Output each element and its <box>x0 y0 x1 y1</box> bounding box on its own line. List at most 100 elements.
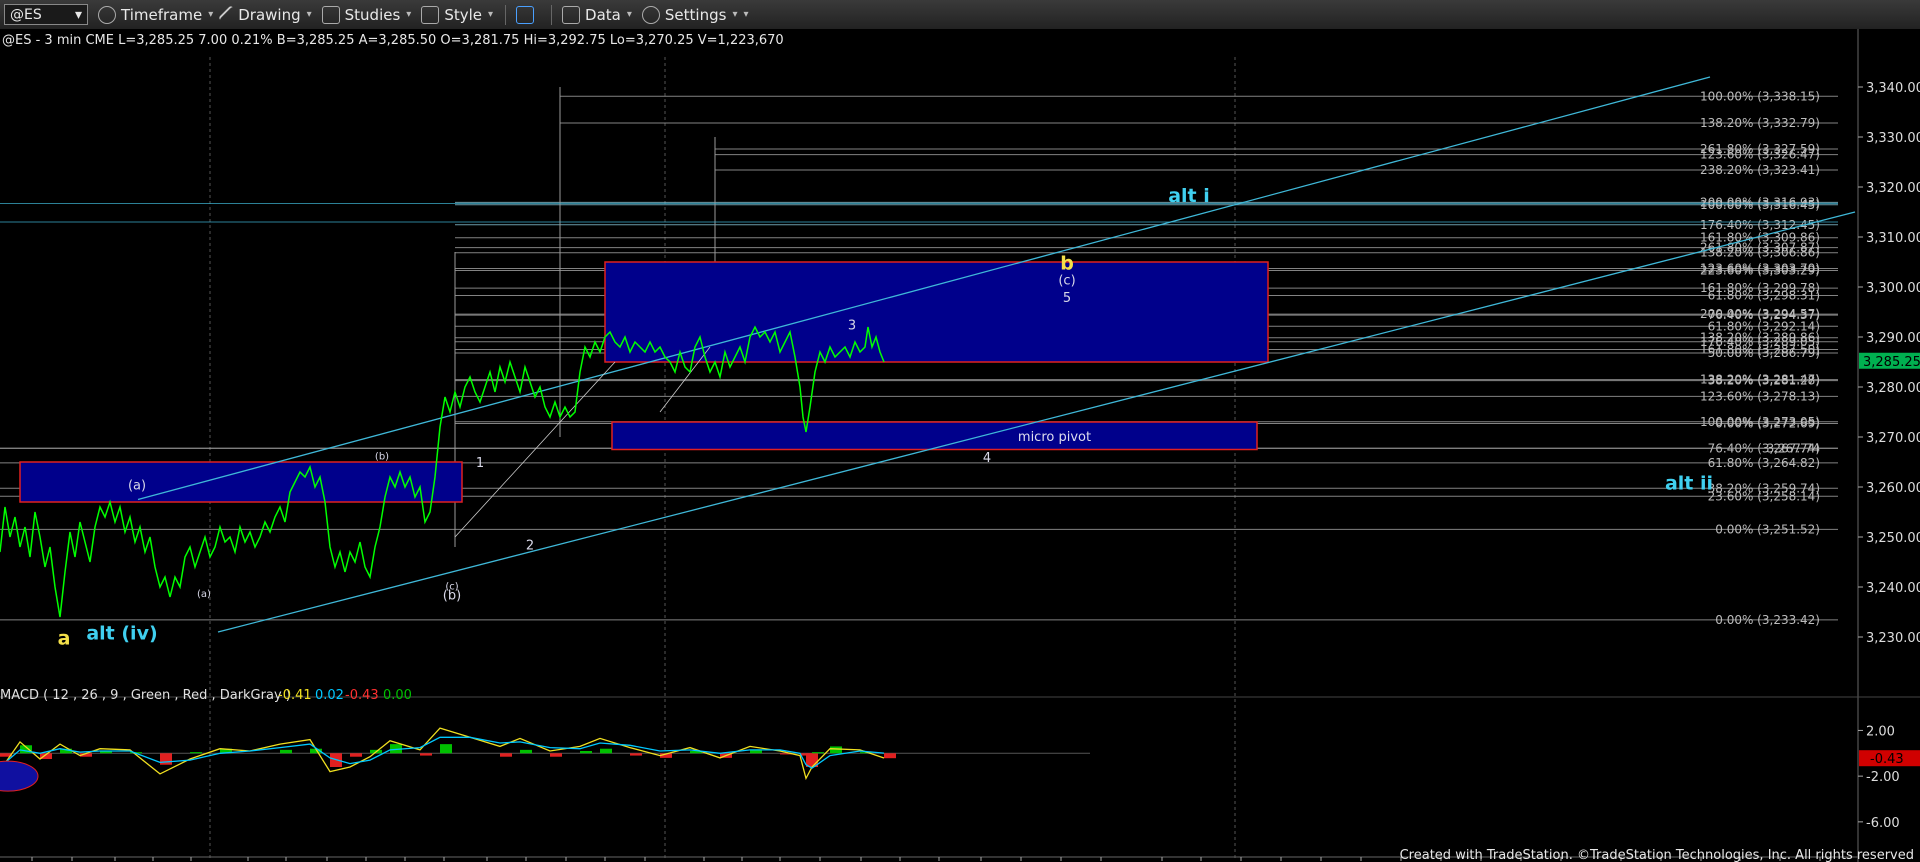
studies-icon <box>321 5 340 24</box>
fib-label: 100.00% (3,338.15) <box>1700 89 1820 103</box>
fib-label: 50.00% (3,286.79) <box>1708 346 1820 360</box>
chart[interactable]: @ES - 3 min CME L=3,285.25 7.00 0.21% B=… <box>0 29 1920 862</box>
macd-histogram-bar <box>830 746 842 754</box>
target-zone <box>611 421 1258 451</box>
fib-label: 61.80% (3,264.82) <box>1708 456 1820 470</box>
y-tick-label: 3,280.00 <box>1866 381 1920 396</box>
clock-icon <box>98 5 116 24</box>
style-label: Style <box>444 5 483 24</box>
chevron-down-icon: ▾ <box>488 9 494 20</box>
wave-label: alt i <box>1168 185 1210 207</box>
wave-label: 2 <box>526 539 534 554</box>
toolbar: @ES ▾ Timeframe ▾ Drawing ▾ Studies ▾ St… <box>0 0 1920 30</box>
drawing-label: Drawing <box>238 5 301 24</box>
macd-value: -0.43 <box>345 688 379 703</box>
y-tick-label: 3,300.00 <box>1866 281 1920 296</box>
wave-label: 4 <box>983 451 991 466</box>
macd-histogram-bar <box>500 753 512 757</box>
wave-label: alt ii <box>1665 473 1713 495</box>
macd-last-label: -0.43 <box>1870 752 1904 767</box>
timeframe-label: Timeframe <box>121 5 203 24</box>
timeframe-menu[interactable]: Timeframe ▾ <box>98 5 214 24</box>
fib-label: 23.60% (3,258.14) <box>1708 489 1820 503</box>
chevron-down-icon: ▾ <box>732 9 738 20</box>
macd-value: -0.41 <box>278 688 312 703</box>
y-tick-label: 3,250.00 <box>1866 531 1920 546</box>
macd-title: MACD ( 12 , 26 , 9 , Green , Red , DarkG… <box>0 688 291 703</box>
wave-label: (a) <box>197 589 211 600</box>
quote-line: @ES - 3 min CME L=3,285.25 7.00 0.21% B=… <box>2 33 784 48</box>
last-price-label: 3,285.25 <box>1863 355 1920 370</box>
wave-label: (c) <box>1058 274 1075 289</box>
drawing-menu[interactable]: Drawing ▾ <box>218 4 312 25</box>
macd-histogram-bar <box>600 748 612 754</box>
wave-label: (b) <box>375 452 389 463</box>
wave-label: 1 <box>476 456 484 471</box>
fib-label: 100.00% (3,316.45) <box>1700 198 1820 212</box>
macd-histogram-bar <box>160 753 172 765</box>
macd-histogram-bar <box>190 752 202 754</box>
macd-histogram-bar <box>884 753 896 759</box>
fib-label: 138.20% (3,332.79) <box>1700 116 1820 130</box>
layout-button[interactable] <box>516 5 539 24</box>
zone-label: micro pivot <box>1018 430 1091 445</box>
chevron-down-icon: ▾ <box>626 9 632 20</box>
macd-histogram-bar <box>550 753 562 757</box>
y-tick-label: 3,340.00 <box>1866 81 1920 96</box>
fib-label: 223.60% (3,303.29) <box>1700 264 1820 278</box>
data-label: Data <box>585 5 621 24</box>
fib-label: 238.20% (3,323.41) <box>1700 163 1820 177</box>
style-menu[interactable]: Style ▾ <box>421 5 494 24</box>
wave-label: alt (iv) <box>86 623 157 645</box>
chevron-down-icon: ▾ <box>74 6 82 23</box>
wave-label: (a) <box>128 479 146 494</box>
y-tick-label: 3,290.00 <box>1866 331 1920 346</box>
layout-icon <box>516 5 535 24</box>
wave-label: a <box>58 628 71 650</box>
macd-histogram-bar <box>420 753 432 756</box>
macd-value: 0.00 <box>383 688 412 703</box>
y-tick-label: 3,230.00 <box>1866 631 1920 646</box>
macd-histogram-bar <box>350 753 362 757</box>
wave-label: (b) <box>443 589 461 604</box>
fib-label: 176.40% (3,312.45) <box>1700 218 1820 232</box>
chevron-down-icon: ▾ <box>208 9 214 20</box>
fib-label: 123.60% (3,326.47) <box>1700 148 1820 162</box>
data-menu[interactable]: Data ▾ <box>562 5 632 24</box>
settings-label: Settings <box>664 5 727 24</box>
chevron-down-icon: ▾ <box>406 9 412 20</box>
fib-label: 0.00% (3,233.42) <box>1715 613 1820 627</box>
fib-label: 123.60% (3,278.13) <box>1700 389 1820 403</box>
y-tick-label: 3,270.00 <box>1866 431 1920 446</box>
style-icon <box>421 5 440 24</box>
macd-histogram-bar <box>520 749 532 754</box>
macd-histogram-bar <box>630 753 642 756</box>
settings-menu[interactable]: Settings ▾ ▾ <box>641 5 749 24</box>
chevron-down-icon: ▾ <box>306 9 312 20</box>
gear-icon <box>641 5 660 24</box>
y-tick-label: 3,240.00 <box>1866 581 1920 596</box>
studies-label: Studies <box>344 5 401 24</box>
fib-label: 3,267.74 <box>1767 441 1820 455</box>
wave-label: 5 <box>1063 291 1071 306</box>
macd-value: 0.02 <box>315 688 344 703</box>
toolbar-divider <box>505 4 507 25</box>
studies-menu[interactable]: Studies ▾ <box>321 5 412 24</box>
y-tick-label: 3,320.00 <box>1866 181 1920 196</box>
fib-label: 0.00% (3,251.52) <box>1715 522 1820 536</box>
macd-histogram-bar <box>812 752 824 754</box>
bar-chart-icon <box>562 5 581 24</box>
toolbar-divider <box>551 4 553 25</box>
macd-tick-label: -6.00 <box>1866 816 1900 831</box>
macd-histogram-bar <box>580 751 592 754</box>
fib-label: 38.20% (3,281.28) <box>1708 374 1820 388</box>
y-tick-label: 3,260.00 <box>1866 481 1920 496</box>
macd-tick-label: 2.00 <box>1866 724 1895 739</box>
overflow-icon: ▾ <box>743 9 749 20</box>
footer-credit: Created with TradeStation. ©TradeStation… <box>1400 848 1914 862</box>
fib-label: 0.00% (3,272.69) <box>1715 417 1820 431</box>
macd-histogram-bar <box>280 749 292 754</box>
symbol-selector[interactable]: @ES ▾ <box>4 4 88 25</box>
macd-tick-label: -2.00 <box>1866 770 1900 785</box>
wave-label: b <box>1060 253 1074 275</box>
